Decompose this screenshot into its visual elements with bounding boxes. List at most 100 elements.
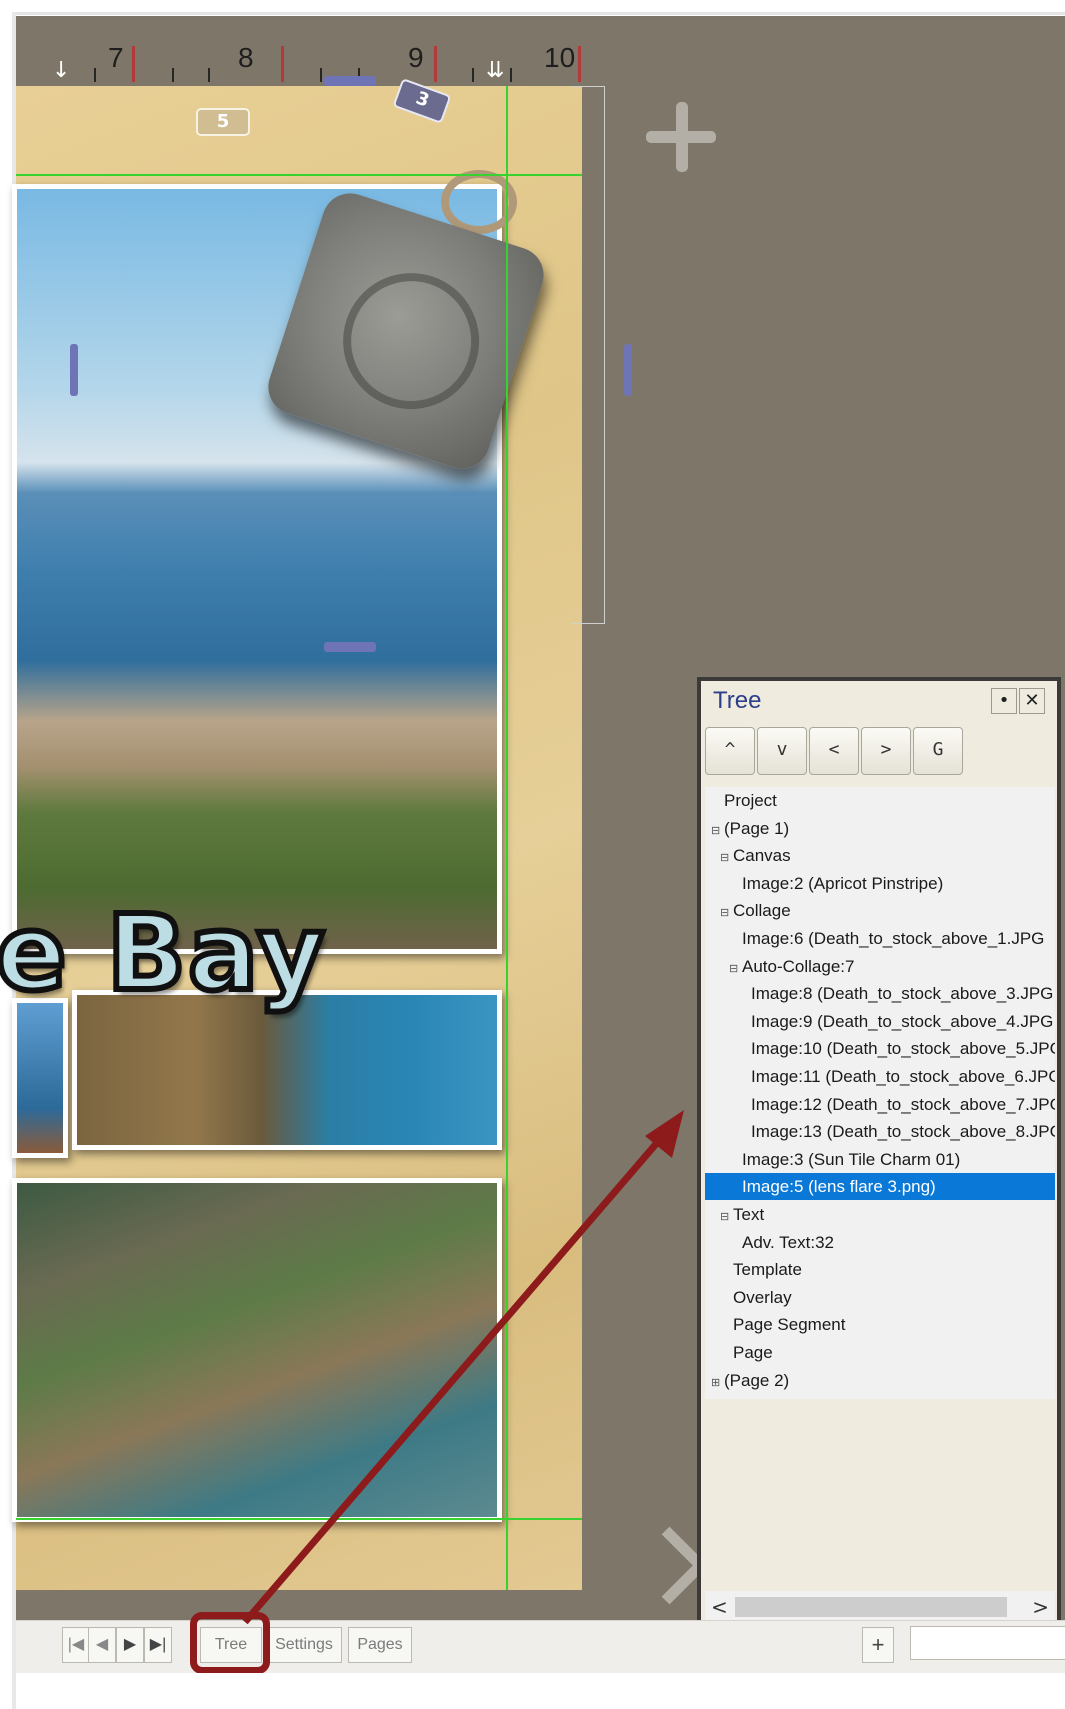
resize-handle[interactable] — [624, 344, 632, 396]
tab-pages[interactable]: Pages — [348, 1627, 412, 1663]
expander-icon[interactable]: ⊟ — [720, 1204, 730, 1231]
photo-small[interactable] — [12, 998, 68, 1158]
tree-node[interactable]: ⊟ (Page 1) — [705, 815, 1055, 842]
tree-node[interactable]: Template — [705, 1256, 1055, 1283]
tree-node[interactable]: Project — [705, 787, 1055, 814]
tree-node[interactable]: Image:5 (lens flare 3.png) — [705, 1173, 1055, 1201]
tree-node-label: Image:13 (Death_to_stock_above_8.JPG — [751, 1122, 1055, 1142]
tree-node[interactable]: ⊟ Collage — [705, 897, 1055, 924]
tree-node-label: Image:11 (Death_to_stock_above_6.JPG — [751, 1067, 1055, 1086]
tree-node-label: (Page 1) — [724, 818, 790, 838]
tree-node-label: Image:8 (Death_to_stock_above_3.JPG — [751, 984, 1054, 1004]
ruler-number: 10 — [544, 42, 576, 73]
prev-page-button[interactable]: ◀ — [88, 1627, 116, 1663]
tree-node[interactable]: Overlay — [705, 1284, 1055, 1311]
tree-node[interactable]: Image:8 (Death_to_stock_above_3.JPG — [705, 980, 1055, 1007]
zoom-field[interactable] — [910, 1626, 1065, 1660]
tree-list[interactable]: Project ⊟ (Page 1) ⊟ Canvas Image:2 (Apricot … — [705, 787, 1055, 1399]
pin-icon[interactable]: • — [991, 688, 1017, 714]
selection-frame — [572, 86, 605, 624]
expander-icon[interactable]: ⊞ — [711, 1370, 721, 1397]
guide-line — [506, 86, 508, 1590]
tree-node-label: Image:2 (Apricot Pinstripe) — [742, 873, 944, 893]
expander-icon[interactable]: ⊟ — [720, 900, 730, 927]
scroll-right-icon[interactable]: > — [1032, 1595, 1049, 1619]
ruler-tick — [132, 46, 135, 82]
guide-line — [16, 1518, 582, 1520]
tree-node[interactable]: Image:3 (Sun Tile Charm 01) — [705, 1146, 1055, 1173]
tree-node-label: Overlay — [733, 1287, 792, 1307]
first-page-button[interactable]: |◀ — [62, 1627, 90, 1663]
footer-area — [16, 1673, 1065, 1709]
tree-node[interactable]: Page — [705, 1339, 1055, 1366]
tree-node-label: Text — [733, 1205, 765, 1224]
panel-titlebar[interactable]: Tree • ✕ — [701, 681, 1057, 721]
group-button[interactable]: G — [913, 727, 963, 775]
scrapbook-page[interactable]: e Bay 5 3 — [0, 76, 632, 1590]
tree-node[interactable]: Adv. Text:32 — [705, 1229, 1055, 1256]
expander-icon[interactable]: ⊟ — [711, 818, 721, 845]
tree-node[interactable]: Page Segment — [705, 1311, 1055, 1338]
tree-node-label: Image:9 (Death_to_stock_above_4.JPG — [751, 1011, 1054, 1031]
annotation-highlight — [190, 1612, 270, 1674]
scroll-left-icon[interactable]: < — [711, 1595, 728, 1619]
ruler-tick — [172, 68, 174, 82]
photo-coast[interactable] — [12, 1178, 502, 1522]
margin-marker-icon[interactable]: ⇊ — [486, 60, 504, 82]
ruler[interactable]: 7 8 9 10 ↓ ⇊ — [16, 16, 581, 86]
workspace[interactable]: 7 8 9 10 ↓ ⇊ e Bay 5 3 Tree • ✕ ^ v < > … — [0, 16, 1065, 1633]
tree-node[interactable]: Image:11 (Death_to_stock_above_6.JPG — [705, 1063, 1055, 1090]
tree-toolbar: ^ v < > G — [701, 721, 1057, 777]
tree-node-label: Collage — [733, 901, 791, 921]
tree-node[interactable]: ⊞ (Page 2) — [705, 1367, 1055, 1394]
add-page-icon[interactable] — [646, 102, 716, 172]
scrollbar-thumb[interactable] — [735, 1597, 1007, 1617]
bottom-toolbar: |◀ ◀ ▶ ▶| Tree Settings Pages + — [16, 1620, 1065, 1674]
resize-handle[interactable] — [324, 642, 376, 652]
move-right-button[interactable]: > — [861, 727, 911, 775]
tab-settings[interactable]: Settings — [266, 1627, 342, 1663]
sun-icon — [325, 255, 497, 427]
ruler-number: 7 — [108, 42, 124, 73]
tree-node-label: Image:6 (Death_to_stock_above_1.JPG — [742, 929, 1045, 948]
layer-badge: 5 — [196, 108, 250, 136]
move-down-button[interactable]: v — [757, 727, 807, 775]
last-page-button[interactable]: ▶| — [144, 1627, 172, 1663]
tree-node[interactable]: Image:13 (Death_to_stock_above_8.JPG — [705, 1118, 1055, 1145]
tree-node[interactable]: ⊟ Auto-Collage:7 — [705, 953, 1055, 980]
horizontal-scrollbar[interactable]: < > — [705, 1591, 1055, 1623]
next-page-button[interactable]: ▶ — [116, 1627, 144, 1663]
tree-node[interactable]: Image:9 (Death_to_stock_above_4.JPG — [705, 1008, 1055, 1035]
margin-marker-icon[interactable]: ↓ — [52, 60, 70, 82]
panel-title: Tree — [713, 687, 762, 714]
ruler-tick — [320, 68, 322, 82]
add-button[interactable]: + — [862, 1627, 894, 1663]
tree-node[interactable]: Image:6 (Death_to_stock_above_1.JPG — [705, 925, 1055, 952]
guide-line — [16, 174, 582, 176]
ruler-tick — [578, 46, 581, 82]
expander-icon[interactable]: ⊟ — [720, 845, 730, 872]
ruler-tick — [472, 68, 474, 82]
tree-node-label: Image:5 (lens flare 3.png) — [742, 1177, 936, 1197]
tree-node-label: Image:12 (Death_to_stock_above_7.JPG — [751, 1094, 1055, 1114]
tree-node-label: Page — [733, 1343, 773, 1362]
ruler-number: 9 — [408, 42, 424, 73]
tree-node[interactable]: ⊟ Text — [705, 1201, 1055, 1228]
resize-handle[interactable] — [70, 344, 78, 396]
tree-node[interactable]: Image:10 (Death_to_stock_above_5.JPG — [705, 1035, 1055, 1062]
ruler-tick — [510, 68, 512, 82]
top-border — [16, 12, 1065, 15]
tree-node[interactable]: Image:12 (Death_to_stock_above_7.JPG — [705, 1091, 1055, 1118]
ruler-tick — [208, 68, 210, 82]
move-up-button[interactable]: ^ — [705, 727, 755, 775]
close-icon[interactable]: ✕ — [1019, 688, 1045, 714]
tree-node-label: Auto-Collage:7 — [742, 956, 855, 976]
tree-node[interactable]: Image:2 (Apricot Pinstripe) — [705, 870, 1055, 897]
resize-handle[interactable] — [324, 76, 376, 86]
photo-bridge[interactable] — [72, 990, 502, 1150]
title-text[interactable]: e Bay — [0, 889, 328, 1017]
move-left-button[interactable]: < — [809, 727, 859, 775]
tree-node[interactable]: ⊟ Canvas — [705, 842, 1055, 869]
expander-icon[interactable]: ⊟ — [729, 956, 739, 983]
ruler-number: 8 — [238, 42, 254, 73]
